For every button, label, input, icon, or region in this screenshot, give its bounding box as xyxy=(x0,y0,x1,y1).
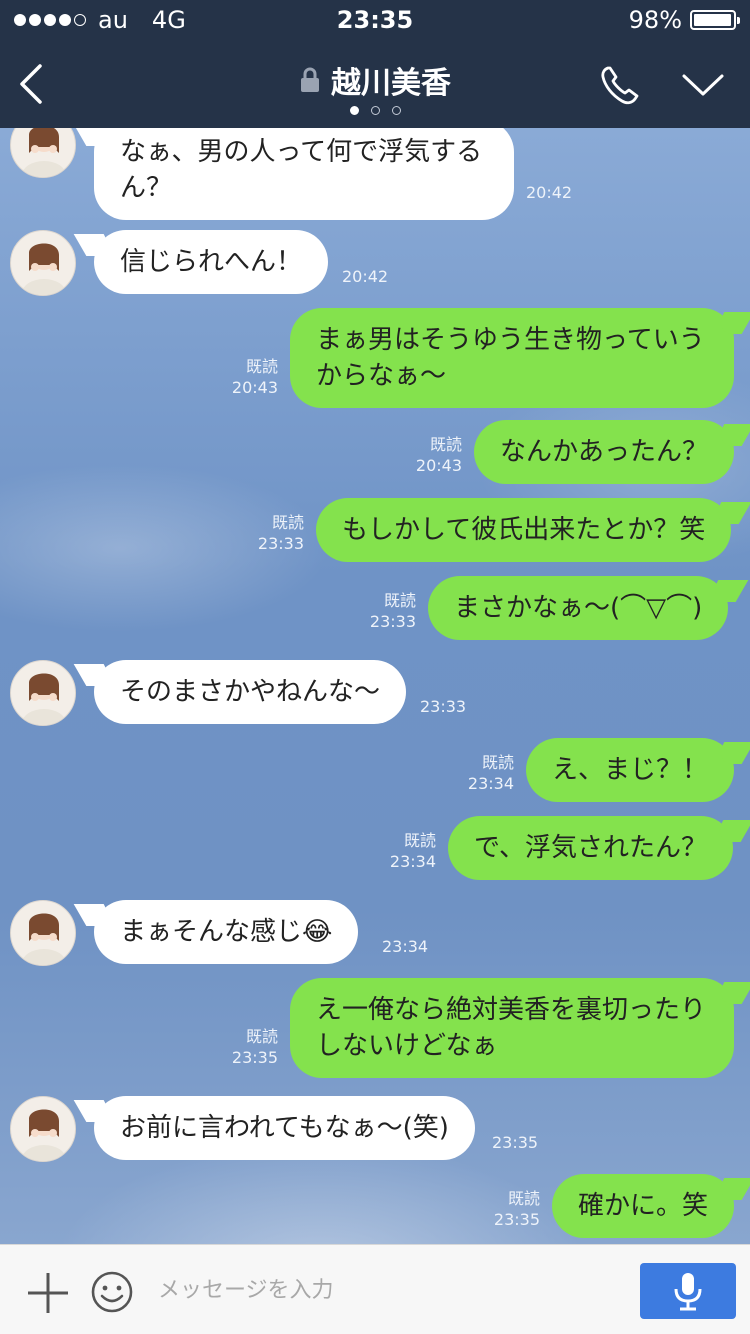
battery-fill xyxy=(694,14,732,26)
avatar[interactable] xyxy=(10,660,76,726)
message-time: 20:42 xyxy=(526,183,573,202)
message-time: 23:35 xyxy=(492,1133,539,1152)
message-time: 23:35 xyxy=(493,1210,540,1229)
message-time: 20:43 xyxy=(415,456,462,475)
status-bar: au 4G 23:35 98% xyxy=(0,0,750,40)
avatar[interactable] xyxy=(10,900,76,966)
page-dot xyxy=(391,106,401,115)
avatar-image xyxy=(22,1109,66,1161)
menu-dropdown-button[interactable] xyxy=(678,68,728,104)
message-bubble-incoming[interactable]: なぁ、男の人って何で浮気する ん？ xyxy=(94,128,514,220)
smiley-icon xyxy=(91,1271,133,1313)
avatar-image xyxy=(22,243,66,295)
message-bubble-outgoing[interactable]: で、浮気されたん？ xyxy=(448,816,733,880)
avatar[interactable] xyxy=(10,128,76,178)
voice-message-button[interactable] xyxy=(640,1263,736,1319)
message-read-status: 既読 23:33 xyxy=(364,590,416,632)
read-label: 既読 xyxy=(481,753,514,772)
message-read-status: 既読 23:33 xyxy=(252,512,304,554)
battery-icon xyxy=(690,10,740,30)
message-time: 20:42 xyxy=(342,267,389,286)
read-label: 既読 xyxy=(271,513,304,532)
message-bubble-outgoing[interactable]: まぁ男はそうゆう生き物っていう からなぁ〜 xyxy=(290,308,734,408)
read-label: 既読 xyxy=(245,1027,278,1046)
phone-icon xyxy=(601,66,639,105)
chevron-down-icon xyxy=(682,74,724,96)
message-bubble-outgoing[interactable]: まさかなぁ〜(⌒▽⌒) xyxy=(428,576,729,640)
message-time: 23:33 xyxy=(257,534,304,553)
message-read-status: 既読 23:34 xyxy=(384,830,436,872)
read-label: 既読 xyxy=(507,1189,540,1208)
message-time: 23:33 xyxy=(369,612,416,631)
message-time: 23:34 xyxy=(389,852,436,871)
read-label: 既読 xyxy=(429,435,462,454)
message-time: 23:34 xyxy=(382,937,429,956)
message-time: 23:34 xyxy=(467,774,514,793)
message-bubble-outgoing[interactable]: 確かに。笑 xyxy=(552,1174,735,1238)
message-bubble-incoming[interactable]: 信じられへん！ xyxy=(94,230,329,294)
message-time: 20:43 xyxy=(231,378,278,397)
emoji-button[interactable] xyxy=(90,1270,134,1314)
call-button[interactable] xyxy=(596,62,644,110)
lock-icon xyxy=(301,67,319,92)
plus-icon xyxy=(28,1273,68,1313)
microphone-icon xyxy=(674,1273,702,1311)
avatar-image xyxy=(22,128,66,177)
message-input[interactable] xyxy=(158,1267,618,1313)
battery-percent: 98% xyxy=(628,6,682,34)
message-time: 23:33 xyxy=(420,697,467,716)
message-input-bar xyxy=(0,1244,750,1334)
add-attachment-button[interactable] xyxy=(26,1271,70,1315)
message-read-status: 既読 20:43 xyxy=(226,356,278,398)
message-bubble-incoming[interactable]: お前に言われてもなぁ〜(笑) xyxy=(94,1096,475,1160)
message-bubble-incoming[interactable]: そのまさかやねんな〜 xyxy=(94,660,407,724)
status-right: 98% xyxy=(628,6,740,34)
message-read-status: 既読 20:43 xyxy=(410,434,462,476)
page-dot xyxy=(370,106,380,115)
avatar[interactable] xyxy=(10,230,76,296)
avatar[interactable] xyxy=(10,1096,76,1162)
message-read-status: 既読 23:34 xyxy=(462,752,514,794)
message-read-status: 既読 23:35 xyxy=(488,1188,540,1230)
message-bubble-outgoing[interactable]: え一俺なら絶対美香を裏切ったり しないけどなぁ xyxy=(290,978,734,1078)
chat-title: 越川美香 xyxy=(331,66,451,101)
message-bubble-outgoing[interactable]: もしかして彼氏出来たとか？笑 xyxy=(316,498,732,562)
message-bubble-incoming[interactable]: まぁそんな感じ😂 xyxy=(94,900,359,964)
read-label: 既読 xyxy=(403,831,436,850)
message-bubble-outgoing[interactable]: なんかあったん？ xyxy=(474,420,735,484)
avatar-image xyxy=(22,913,66,965)
read-label: 既読 xyxy=(245,357,278,376)
chat-header: 越川美香 xyxy=(0,40,750,128)
page-dot xyxy=(349,106,359,115)
avatar-image xyxy=(22,673,66,725)
chat-area[interactable]: なぁ、男の人って何で浮気する ん？ 20:42 信じられへん！ 20:42 既読… xyxy=(0,128,750,1244)
read-label: 既読 xyxy=(383,591,416,610)
message-time: 23:35 xyxy=(231,1048,278,1067)
message-bubble-outgoing[interactable]: え、まじ？！ xyxy=(526,738,735,802)
message-read-status: 既読 23:35 xyxy=(226,1026,278,1068)
